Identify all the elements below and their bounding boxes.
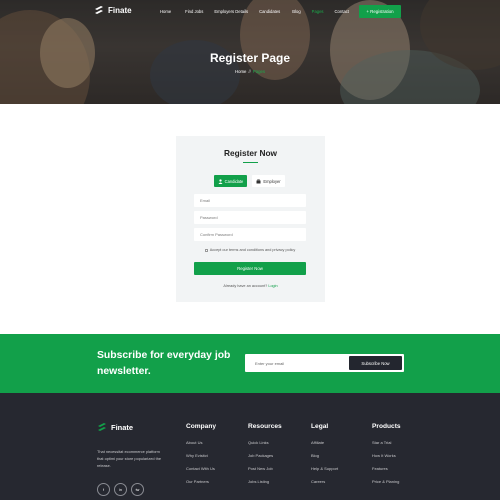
subscribe-section: Subscribe for everyday job newsletter. E… <box>0 334 500 393</box>
login-prompt-text: Already have an account? <box>223 284 268 288</box>
footer-column-resources: Resources Quick Links Job Packages Post … <box>248 423 282 493</box>
nav-employers-details[interactable]: Employers Details <box>214 9 248 14</box>
terms-checkbox[interactable] <box>204 248 208 252</box>
footer-column-title: Legal <box>311 423 329 430</box>
nav-candidates[interactable]: Candidates <box>259 9 280 14</box>
footer-column-title: Company <box>186 423 217 430</box>
subscribe-button[interactable]: Subscribe Now <box>349 356 402 370</box>
registration-button[interactable]: + Registration <box>359 5 401 18</box>
breadcrumb-home[interactable]: Home <box>235 69 246 74</box>
email-field[interactable]: Email <box>194 194 306 207</box>
footer-link[interactable]: Jobs Listing <box>248 480 282 493</box>
page-title: Register Page <box>209 51 291 65</box>
footer-link[interactable]: Careers <box>311 480 338 493</box>
breadcrumb: Home//Pages <box>0 69 500 74</box>
hero-banner: Finate Home Find Jobs Employers Details … <box>0 0 500 104</box>
briefcase-icon <box>256 178 261 183</box>
twitter-icon[interactable]: tw <box>131 483 144 496</box>
facebook-icon[interactable]: f <box>97 483 110 496</box>
footer-logo[interactable]: Finate <box>97 422 133 432</box>
nav-blog[interactable]: Blog <box>292 9 300 14</box>
confirm-password-field[interactable]: Confirm Password <box>194 228 306 241</box>
breadcrumb-separator: // <box>248 69 251 74</box>
footer-column-products: Products Star a Trial How It Works Featu… <box>372 423 401 493</box>
footer-link[interactable]: Price & Planing <box>372 480 401 493</box>
footer-brand-name: Finate <box>111 422 134 432</box>
footer-column-title: Products <box>372 423 401 430</box>
linkedin-icon[interactable]: in <box>114 483 127 496</box>
subscribe-heading: Subscribe for everyday job newsletter. <box>97 350 231 377</box>
footer-link[interactable]: Our Partners <box>186 480 216 493</box>
register-form: Register Now Candidate Employer Email Pa… <box>176 136 325 302</box>
terms-row: Accept our terms and conditions and priv… <box>194 248 306 252</box>
main-menu: Home Find Jobs Employers Details Candida… <box>160 9 349 14</box>
candidate-tab[interactable]: Candidate <box>214 175 247 187</box>
register-submit-button[interactable]: Register Now <box>194 262 306 275</box>
subscribe-form: Enter your email Subscribe Now <box>245 354 404 372</box>
social-links: f in tw <box>97 483 144 496</box>
employer-label: Employer <box>263 178 281 184</box>
register-title: Register Now <box>223 148 278 158</box>
footer: Finate That necessitat ecommerce platfor… <box>0 393 500 500</box>
footer-description: That necessitat ecommerce platform that … <box>97 449 162 468</box>
candidate-label: Candidate <box>224 178 244 184</box>
footer-column-title: Resources <box>248 423 282 430</box>
title-underline <box>243 162 258 164</box>
terms-text: Accept our terms and conditions and priv… <box>209 248 296 252</box>
login-prompt: Already have an account? Login <box>176 284 325 288</box>
brand-logo[interactable]: Finate <box>94 5 132 15</box>
login-link[interactable]: Login <box>268 284 277 288</box>
user-icon <box>218 178 223 184</box>
employer-tab[interactable]: Employer <box>252 175 285 187</box>
nav-home[interactable]: Home <box>160 9 171 14</box>
password-field[interactable]: Password <box>194 211 306 224</box>
nav-contact[interactable]: Contact <box>335 9 349 14</box>
nav-pages[interactable]: Pages <box>312 9 324 14</box>
nav-find-jobs[interactable]: Find Jobs <box>185 9 203 14</box>
footer-column-company: Company About Us Why Evisitct Contact Wi… <box>186 423 216 493</box>
footer-column-legal: Legal Affiliate Blog Help & Support Care… <box>311 423 338 493</box>
top-nav: Finate Home Find Jobs Employers Details … <box>0 0 500 26</box>
logo-icon <box>98 423 106 431</box>
breadcrumb-current: Pages <box>252 69 266 74</box>
subscribe-email-input[interactable]: Enter your email <box>255 354 284 372</box>
brand-name: Finate <box>108 5 132 15</box>
logo-icon <box>95 6 103 14</box>
